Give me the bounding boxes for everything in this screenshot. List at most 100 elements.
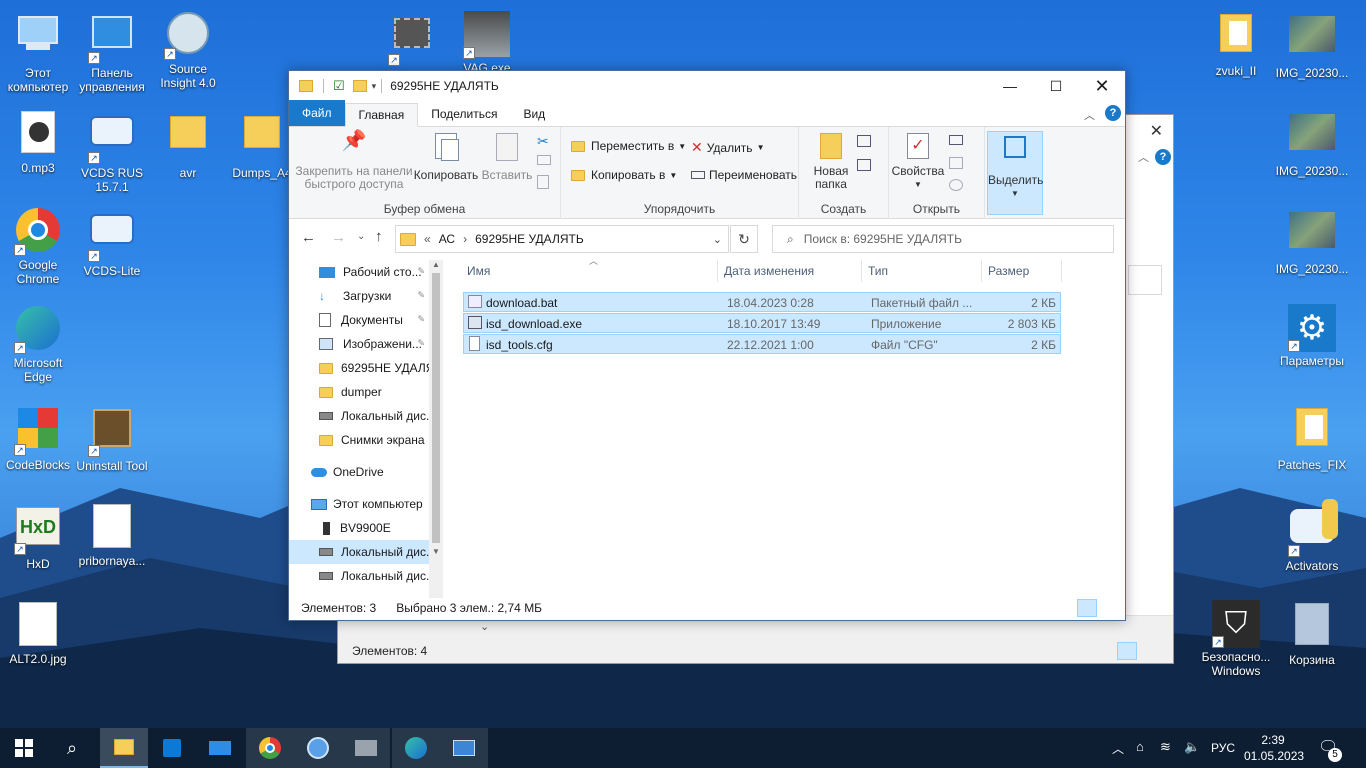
desktop-icon[interactable]: 0.mp3 [0,108,76,175]
desktop-icon[interactable]: ↗ Uninstall Tool [74,404,150,473]
new-folder-quick-icon[interactable] [352,80,367,92]
nav-item[interactable]: Локальный дис... [289,404,436,428]
details-view-icon[interactable] [1117,642,1137,660]
breadcrumb-current[interactable]: 69295НЕ УДАЛЯТЬ [475,232,584,246]
network-icon[interactable]: ⌂ [1136,739,1144,754]
file-row[interactable]: isd_download.exe 18.10.2017 13:49 Приложен… [463,313,1061,333]
desktop-icon[interactable]: pribornaya... [74,502,150,568]
select-button[interactable]: Выделить ▼ [987,131,1043,215]
desktop-icon[interactable]: Patches_FIX [1274,404,1350,472]
delete-button[interactable]: ✕ Удалить ▼ [691,139,764,156]
copy-to-button[interactable]: Копировать в ▼ [571,168,677,182]
language-indicator[interactable]: РУС [1211,741,1235,755]
desktop-icon[interactable]: zvuki_II [1198,10,1274,78]
nav-item[interactable]: OneDrive [289,460,429,484]
title-bar[interactable]: ☑ ▾ 69295НЕ УДАЛЯТЬ — ☐ ✕ [289,71,1125,101]
desktop-icon[interactable]: ↗ VCDS-Lite [74,206,150,278]
nav-item[interactable]: Локальный дис... [289,540,436,564]
tab-file[interactable]: Файл [289,100,345,126]
nav-item[interactable]: BV9900E [289,516,429,540]
cut-icon[interactable]: ✂ [537,133,549,150]
collapse-ribbon-icon[interactable]: ︿ [1084,107,1095,123]
large-icons-view-icon[interactable] [1099,599,1119,617]
paste-shortcut-icon[interactable] [537,175,549,189]
store-taskbar-icon[interactable] [148,728,196,768]
thumbnail-view-icon[interactable] [1143,642,1163,660]
search-taskbar-icon[interactable]: ⌕ [48,728,96,768]
help-icon[interactable]: ? [1155,149,1171,165]
close-button[interactable]: ✕ [1079,71,1125,101]
desktop-icon[interactable]: ALT2.0.jpg [0,600,76,666]
desktop-icon[interactable]: avr [150,108,226,180]
column-date[interactable]: Дата изменения [718,260,862,282]
column-size[interactable]: Размер [982,260,1062,282]
rename-button[interactable]: Переименовать [691,168,797,182]
photos-taskbar-icon[interactable] [440,728,488,768]
properties-button[interactable]: ✓ Свойства ▼ [891,133,945,191]
breadcrumb-ac[interactable]: АС [439,232,455,246]
tab-view[interactable]: Вид [510,102,558,126]
quick-access-dropdown-icon[interactable]: ▾ [372,81,377,92]
back-search-box[interactable] [1128,265,1162,295]
file-row[interactable]: download.bat 18.04.2023 0:28 Пакетный файл… [463,292,1061,312]
tab-home[interactable]: Главная [344,103,419,127]
minimize-button[interactable]: — [987,71,1033,101]
recent-locations-icon[interactable]: ⌄ [357,231,365,242]
desktop-icon[interactable]: ↗ Microsoft Edge [0,304,76,384]
desktop-icon[interactable]: ⚙ ↗ Параметры [1274,304,1350,368]
desktop-icon[interactable]: ↗ Activators [1274,499,1350,573]
tab-share[interactable]: Поделиться [418,102,510,126]
nav-item[interactable]: Снимки экрана [289,428,429,452]
desktop-icon[interactable]: ⛉ ↗ Безопасно... Windows [1198,600,1274,678]
new-folder-button[interactable]: Новая папка [809,133,853,191]
nav-item[interactable]: ↓ Загрузки ✎ [289,284,429,308]
app2-taskbar-icon[interactable] [342,728,390,768]
start-button[interactable] [0,728,48,768]
copy-button[interactable]: Копировать [413,133,479,182]
explorer-taskbar-icon[interactable] [100,728,148,768]
file-row[interactable]: isd_tools.cfg 22.12.2021 1:00 Файл "CFG" 2 … [463,334,1061,354]
desktop-icon[interactable]: Корзина [1274,600,1350,667]
app-taskbar-icon[interactable] [294,728,342,768]
edge-taskbar-icon[interactable] [392,728,440,768]
wifi-icon[interactable]: ≋ [1160,739,1171,755]
edit-icon[interactable] [949,157,963,169]
volume-icon[interactable]: 🔈 [1184,739,1200,755]
back-scroll-down-icon[interactable]: ⌄ [480,620,489,633]
desktop-icon[interactable]: ↗ Source Insight 4.0 [150,10,226,90]
show-hidden-icons-icon[interactable]: ︿ [1112,740,1124,757]
nav-item[interactable]: Рабочий сто... ✎ [289,260,429,284]
overflow-chevron-icon[interactable]: « [424,232,431,246]
history-icon[interactable] [949,179,963,191]
column-type[interactable]: Тип [862,260,982,282]
new-item-icon[interactable] [857,135,871,147]
move-to-button[interactable]: Переместить в ▼ [571,139,686,153]
nav-item[interactable]: Изображени... ✎ [289,332,429,356]
explorer-window[interactable]: ☑ ▾ 69295НЕ УДАЛЯТЬ — ☐ ✕ Файл Главная П… [288,70,1126,621]
desktop-icon[interactable]: Этот компьютер [0,10,76,94]
desktop-icon[interactable]: HxD ↗ HxD [0,502,76,571]
nav-item[interactable]: Документы ✎ [289,308,429,332]
address-dropdown-icon[interactable]: ⌄ [713,233,722,246]
desktop-icon[interactable]: ↗ Панель управления [74,10,150,94]
nav-item[interactable]: Локальный дис... [289,564,436,588]
nav-item[interactable]: Этот компьютер [289,492,429,516]
breadcrumb-separator-icon[interactable]: › [463,232,467,246]
column-name[interactable]: Имя [461,260,718,282]
paste-button[interactable]: Вставить [481,133,533,182]
desktop-icon[interactable]: IMG_20230... [1274,108,1350,178]
desktop-icon[interactable]: ↗ CodeBlocks [0,404,76,472]
nav-item[interactable]: 69295НЕ УДАЛЯ... [289,356,439,380]
desktop-icon[interactable]: IMG_20230... [1274,10,1350,80]
desktop-icon[interactable]: IMG_20230... [1274,206,1350,276]
easy-access-icon[interactable] [857,159,871,171]
nav-item[interactable]: dumper [289,380,429,404]
desktop-icon[interactable]: ↗ VCDS RUS 15.7.1 [74,108,150,194]
desktop-icon[interactable]: ↗ VAG.exe [449,10,525,75]
forward-arrow-icon[interactable]: → [331,229,346,246]
desktop-icon[interactable]: ↗ Google Chrome [0,206,76,286]
details-view-icon[interactable] [1077,599,1097,617]
close-icon[interactable]: ✕ [1150,121,1163,141]
clock[interactable]: 2:39 01.05.2023 [1244,732,1304,764]
chrome-taskbar-icon[interactable] [246,728,294,768]
